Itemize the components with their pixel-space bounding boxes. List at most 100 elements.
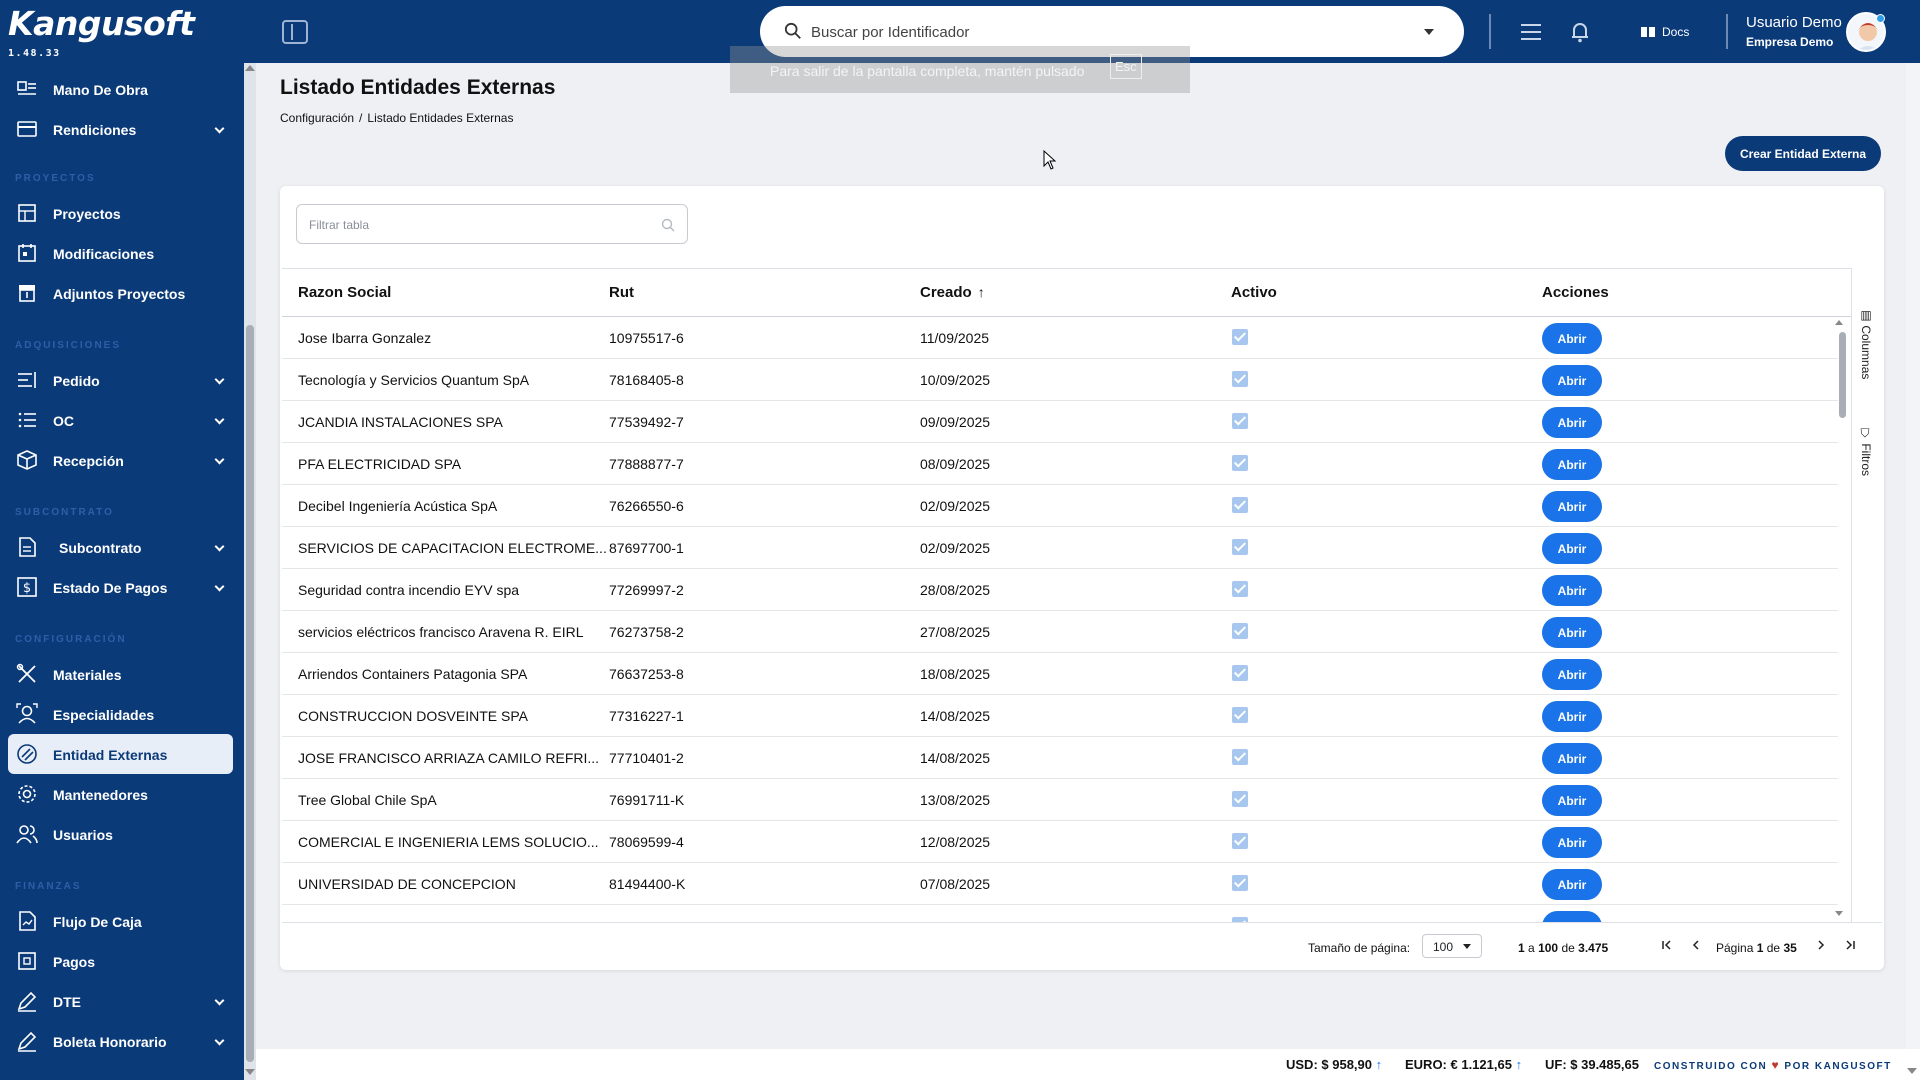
table-row[interactable]: UNIVERSIDAD DE CONCEPCION 81494400-K 07/08…: [282, 863, 1838, 905]
table-row[interactable]: CONSTRUCCION DOSVEINTE SPA 77316227-1 14/0…: [282, 695, 1838, 737]
table-row[interactable]: servicios eléctricos francisco Aravena R…: [282, 611, 1838, 653]
open-button[interactable]: Abrir: [1542, 407, 1602, 438]
open-button[interactable]: Abrir: [1542, 365, 1602, 396]
table-row[interactable]: PFA ELECTRICIDAD SPA 77888877-7 08/09/2025…: [282, 443, 1838, 485]
open-button[interactable]: Abrir: [1542, 575, 1602, 606]
open-button[interactable]: Abrir: [1542, 617, 1602, 648]
active-checkbox[interactable]: [1232, 623, 1248, 639]
scroll-down-icon[interactable]: [1835, 911, 1843, 916]
sidebar-item-usuarios[interactable]: Usuarios: [8, 814, 233, 854]
sidebar-item-recepcion[interactable]: Recepción: [8, 440, 233, 480]
active-checkbox[interactable]: [1232, 455, 1248, 471]
filter-table-input[interactable]: Filtrar tabla: [296, 204, 688, 244]
last-page-icon[interactable]: [1843, 938, 1857, 952]
active-checkbox[interactable]: [1232, 413, 1248, 429]
bell-icon[interactable]: [1568, 20, 1592, 44]
sidebar-item-especialidades[interactable]: Especialidades: [8, 694, 233, 734]
sidebar-scrollbar-thumb[interactable]: [246, 325, 254, 1062]
breadcrumb-item[interactable]: Configuración: [280, 111, 354, 125]
table-row[interactable]: COMERCIAL E INGENIERIA LEMS SOLUCIO... 78…: [282, 821, 1838, 863]
open-button[interactable]: Abrir: [1542, 743, 1602, 774]
sidebar-item-boleta-honorario[interactable]: Boleta Honorario: [8, 1021, 233, 1061]
menu-icon[interactable]: [1519, 20, 1543, 44]
sidebar-item-estado-de-pagos[interactable]: $ Estado De Pagos: [8, 567, 233, 607]
active-checkbox[interactable]: [1232, 497, 1248, 513]
table-scrollbar-thumb[interactable]: [1839, 332, 1846, 418]
open-button[interactable]: Abrir: [1542, 449, 1602, 480]
sidebar-item-pedido[interactable]: Pedido: [8, 360, 233, 400]
person-icon: [16, 703, 38, 724]
page-scrollbar[interactable]: [1906, 63, 1920, 1049]
sidebar-item-materiales[interactable]: Materiales: [8, 654, 233, 694]
next-page-icon[interactable]: [1814, 938, 1828, 952]
sidebar-item-entidad-externas[interactable]: Entidad Externas: [8, 734, 233, 774]
column-header-activo[interactable]: Activo: [1231, 284, 1277, 301]
open-button[interactable]: Abrir: [1542, 869, 1602, 900]
open-button[interactable]: Abrir: [1542, 491, 1602, 522]
table-row[interactable]: Arriendos Containers Patagonia SPA 766372…: [282, 653, 1838, 695]
sidebar-item-proyectos[interactable]: Proyectos: [8, 193, 233, 233]
open-button[interactable]: Abrir: [1542, 659, 1602, 690]
scroll-up-icon[interactable]: [245, 65, 255, 71]
user-name[interactable]: Usuario Demo: [1746, 14, 1842, 31]
tab-filtros[interactable]: ⛉ Filtros: [1859, 428, 1873, 476]
open-button[interactable]: [1542, 911, 1602, 922]
sidebar-item-flujo-de-caja[interactable]: Flujo De Caja: [8, 901, 233, 941]
table-row[interactable]: Tecnología y Servicios Quantum SpA 781684…: [282, 359, 1838, 401]
table-row[interactable]: JCANDIA INSTALACIONES SPA 77539492-7 09/09…: [282, 401, 1838, 443]
sidebar-item-oc[interactable]: OC: [8, 400, 233, 440]
column-header-rut[interactable]: Rut: [609, 284, 634, 301]
open-button[interactable]: Abrir: [1542, 827, 1602, 858]
sidebar-item-dte[interactable]: DTE: [8, 981, 233, 1021]
chevron-down-icon: [1463, 944, 1471, 949]
table-header: Razon Social Rut Creado ↑ Activo Acciones: [282, 269, 1852, 317]
table-row[interactable]: Tree Global Chile SpA 76991711-K 13/08/202…: [282, 779, 1838, 821]
sidebar-toggle-button[interactable]: [282, 20, 308, 44]
sidebar-item-adjuntos-proyectos[interactable]: Adjuntos Proyectos: [8, 273, 233, 313]
page-total: 35: [1783, 941, 1797, 955]
sidebar-item-mantenedores[interactable]: Mantenedores: [8, 774, 233, 814]
open-button[interactable]: Abrir: [1542, 323, 1602, 354]
table-row[interactable]: Seguridad contra incendio EYV spa 7726999…: [282, 569, 1838, 611]
open-button[interactable]: Abrir: [1542, 533, 1602, 564]
tab-columnas[interactable]: ▥ Columnas: [1859, 308, 1873, 379]
scroll-up-icon[interactable]: [1835, 320, 1843, 325]
column-header-razon-social[interactable]: Razon Social: [298, 284, 391, 301]
chevron-down-icon[interactable]: [1424, 29, 1434, 35]
active-checkbox[interactable]: [1232, 539, 1248, 555]
active-checkbox[interactable]: [1232, 371, 1248, 387]
sidebar-item-label: Subcontrato: [59, 540, 142, 556]
sidebar-item-label: Recepción: [53, 453, 124, 469]
sidebar-item-rendiciones[interactable]: Rendiciones: [8, 109, 233, 149]
active-checkbox[interactable]: [1232, 749, 1248, 765]
sidebar-item-pagos[interactable]: Pagos: [8, 941, 233, 981]
active-checkbox[interactable]: [1232, 665, 1248, 681]
active-checkbox[interactable]: [1232, 707, 1248, 723]
table-row[interactable]: Jose Ibarra Gonzalez 10975517-6 11/09/2025…: [282, 317, 1838, 359]
table-row[interactable]: Decibel Ingeniería Acústica SpA 76266550-…: [282, 485, 1838, 527]
chevron-down-icon: [214, 123, 225, 134]
first-page-icon[interactable]: [1660, 938, 1674, 952]
sidebar-item-modificaciones[interactable]: Modificaciones: [8, 233, 233, 273]
sidebar-item-mano-de-obra[interactable]: Mano De Obra: [8, 69, 233, 109]
active-checkbox[interactable]: [1232, 791, 1248, 807]
sidebar-item-label: Usuarios: [53, 827, 113, 843]
create-external-entity-button[interactable]: Crear Entidad Externa: [1725, 136, 1881, 171]
scroll-down-icon[interactable]: [1907, 1068, 1917, 1074]
column-header-creado[interactable]: Creado ↑: [920, 284, 985, 301]
table-row[interactable]: SERVICIOS DE CAPACITACION ELECTROME... 87…: [282, 527, 1838, 569]
table-row[interactable]: JOSE FRANCISCO ARRIAZA CAMILO REFRI... 77…: [282, 737, 1838, 779]
active-checkbox[interactable]: [1232, 329, 1248, 345]
prev-page-icon[interactable]: [1689, 938, 1703, 952]
open-button[interactable]: Abrir: [1542, 785, 1602, 816]
open-button[interactable]: Abrir: [1542, 701, 1602, 732]
active-checkbox[interactable]: [1232, 833, 1248, 849]
scroll-down-icon[interactable]: [245, 1069, 255, 1075]
sidebar-item-subcontrato[interactable]: Subcontrato: [8, 527, 233, 567]
page-size-select[interactable]: 100: [1422, 934, 1482, 958]
logo[interactable]: Kangusoft 1.48.33: [8, 4, 248, 60]
active-checkbox[interactable]: [1232, 875, 1248, 891]
docs-button[interactable]: Docs: [1640, 22, 1689, 42]
table-row[interactable]: [282, 905, 1838, 922]
active-checkbox[interactable]: [1232, 581, 1248, 597]
